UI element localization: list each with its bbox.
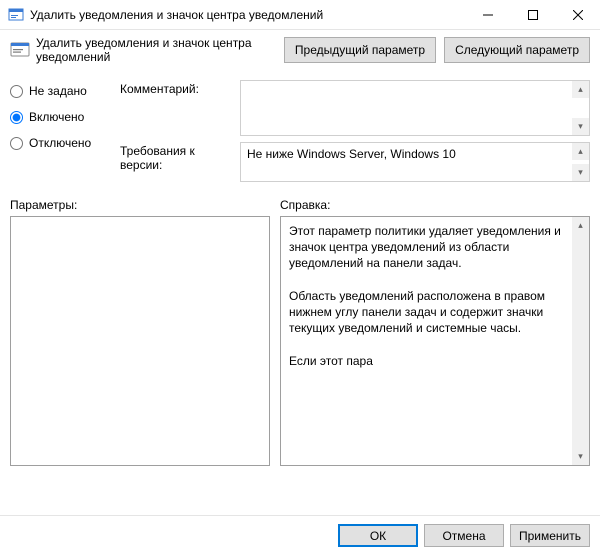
radio-enabled-label: Включено [29,110,84,124]
radio-enabled-input[interactable] [10,111,23,124]
window-controls [465,0,600,29]
options-content [11,217,252,465]
apply-button[interactable]: Применить [510,524,590,547]
scroll-up-icon[interactable]: ▴ [572,143,589,160]
scroll-down-icon[interactable]: ▾ [572,118,589,135]
comment-label: Комментарий: [120,80,240,136]
help-label: Справка: [280,198,590,212]
help-scrollbar[interactable]: ▴ ▾ [572,217,589,465]
config-area: Не задано Включено Отключено Комментарий… [0,72,600,192]
dialog-footer: ОК Отмена Применить [0,515,600,555]
next-setting-button[interactable]: Следующий параметр [444,37,590,63]
title-bar: Удалить уведомления и значок центра увед… [0,0,600,30]
scroll-up-icon[interactable]: ▴ [572,217,589,234]
previous-setting-button[interactable]: Предыдущий параметр [284,37,436,63]
comment-value [241,81,589,89]
minimize-button[interactable] [465,0,510,29]
help-pane: Этот параметр политики удаляет уведомлен… [280,216,590,466]
radio-not-configured-input[interactable] [10,85,23,98]
radio-enabled[interactable]: Включено [10,110,120,124]
pane-labels: Параметры: Справка: [0,192,600,216]
supported-label: Требования к версии: [120,142,240,182]
scroll-down-icon[interactable]: ▾ [572,164,589,181]
supported-value: Не ниже Windows Server, Windows 10 [241,143,589,165]
radio-not-configured[interactable]: Не задано [10,84,120,98]
ok-button[interactable]: ОК [338,524,418,547]
help-content: Этот параметр политики удаляет уведомлен… [281,217,572,465]
app-icon [8,7,24,23]
radio-disabled-label: Отключено [29,136,91,150]
window-title: Удалить уведомления и значок центра увед… [30,8,465,22]
policy-icon [10,40,30,60]
fields: Комментарий: ▴ ▾ Требования к версии: Не… [120,80,590,188]
cancel-button[interactable]: Отмена [424,524,504,547]
state-radios: Не задано Включено Отключено [10,80,120,188]
radio-disabled-input[interactable] [10,137,23,150]
supported-box: Не ниже Windows Server, Windows 10 ▴ ▾ [240,142,590,182]
maximize-button[interactable] [510,0,555,29]
comment-input[interactable]: ▴ ▾ [240,80,590,136]
header: Удалить уведомления и значок центра увед… [0,30,600,72]
scroll-down-icon[interactable]: ▾ [572,448,589,465]
radio-disabled[interactable]: Отключено [10,136,120,150]
options-pane [10,216,270,466]
options-label: Параметры: [10,198,280,212]
header-title: Удалить уведомления и значок центра увед… [36,36,276,64]
close-button[interactable] [555,0,600,29]
scroll-up-icon[interactable]: ▴ [572,81,589,98]
radio-not-configured-label: Не задано [29,84,87,98]
panes: Этот параметр политики удаляет уведомлен… [0,216,600,466]
